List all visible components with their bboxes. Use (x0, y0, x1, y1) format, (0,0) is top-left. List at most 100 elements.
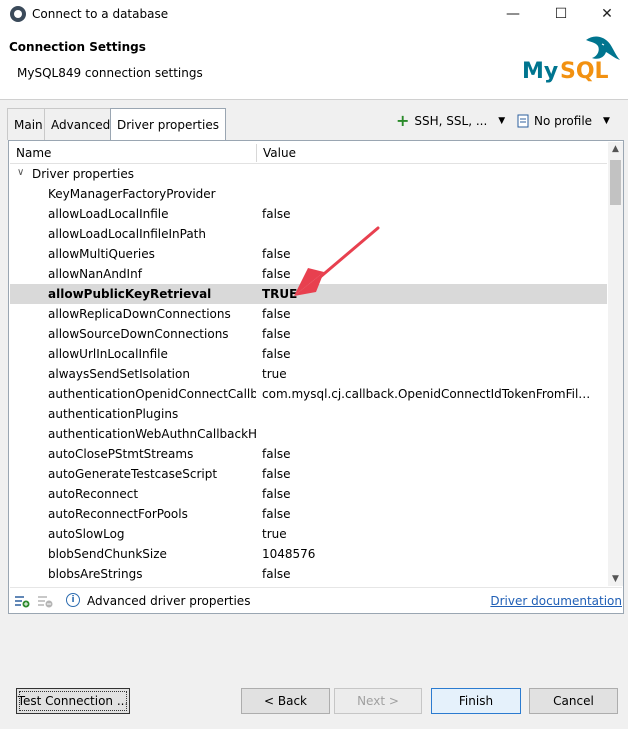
test-connection-label: Test Connection ... (17, 694, 129, 708)
properties-tree: ∨ Driver properties KeyManagerFactoryPro… (10, 164, 607, 584)
property-value[interactable]: com.mysql.cj.callback.OpenidConnectIdTok… (262, 387, 592, 401)
property-value[interactable]: false (262, 507, 592, 521)
vertical-scrollbar[interactable]: ▲ ▼ (608, 142, 623, 586)
scrollbar-thumb[interactable] (610, 160, 621, 205)
property-name: KeyManagerFactoryProvider (48, 187, 216, 201)
property-row[interactable]: blobsAreStrings false (10, 564, 607, 584)
window-title: Connect to a database (32, 7, 169, 21)
property-value[interactable]: false (262, 267, 592, 281)
property-row[interactable]: allowPublicKeyRetrieval TRUE (10, 284, 607, 304)
header-title: Connection Settings (9, 40, 146, 54)
column-header-value[interactable]: Value (263, 146, 296, 160)
property-name: allowUrlInLocalInfile (48, 347, 168, 361)
group-row-driver-properties[interactable]: ∨ Driver properties (10, 164, 607, 184)
finish-button[interactable]: Finish (431, 688, 521, 714)
ssh-ssl-label: SSH, SSL, ... (414, 114, 488, 128)
driver-documentation-link[interactable]: Driver documentation (490, 594, 622, 608)
cancel-label: Cancel (553, 694, 594, 708)
tab-advanced[interactable]: Advanced (44, 108, 118, 140)
property-value[interactable]: false (262, 327, 592, 341)
add-property-icon[interactable] (14, 594, 30, 608)
back-button[interactable]: < Back (241, 688, 330, 714)
scroll-up-arrow-icon[interactable]: ▲ (608, 142, 623, 156)
title-bar: Connect to a database — ☐ ✕ (0, 0, 628, 28)
header-subtitle: MySQL849 connection settings (17, 66, 203, 80)
property-name: allowReplicaDownConnections (48, 307, 231, 321)
property-name: authenticationOpenidConnectCallbac (48, 387, 256, 401)
finish-label: Finish (458, 694, 494, 708)
property-row[interactable]: authenticationPlugins (10, 404, 607, 424)
property-name: blobSendChunkSize (48, 547, 167, 561)
property-value[interactable]: false (262, 347, 592, 361)
group-label: Driver properties (32, 167, 134, 181)
ssh-ssl-button[interactable]: + SSH, SSL, ... ▼ (396, 111, 505, 131)
next-button[interactable]: Next > (334, 688, 422, 714)
column-divider[interactable] (256, 144, 257, 162)
chevron-down-icon: ▼ (603, 116, 610, 126)
property-value[interactable]: TRUE (262, 287, 592, 301)
cancel-button[interactable]: Cancel (529, 688, 618, 714)
property-row[interactable]: allowLoadLocalInfile false (10, 204, 607, 224)
property-name: autoReconnectForPools (48, 507, 188, 521)
scroll-down-arrow-icon[interactable]: ▼ (608, 572, 623, 586)
property-name: alwaysSendSetIsolation (48, 367, 190, 381)
property-value[interactable]: false (262, 307, 592, 321)
property-value[interactable]: true (262, 367, 592, 381)
close-icon[interactable]: ✕ (584, 0, 628, 28)
profile-label: No profile (534, 114, 593, 128)
back-label: < Back (263, 694, 307, 708)
info-icon: i (66, 593, 80, 607)
property-row[interactable]: autoReconnectForPools false (10, 504, 607, 524)
svg-text:SQL: SQL (560, 59, 609, 84)
property-name: autoReconnect (48, 487, 139, 501)
property-name: authenticationPlugins (48, 407, 179, 421)
property-row[interactable]: autoGenerateTestcaseScript false (10, 464, 607, 484)
property-row[interactable]: authenticationWebAuthnCallbackHar (10, 424, 607, 444)
expand-arrow-icon[interactable]: ∨ (17, 167, 24, 178)
minimize-icon[interactable]: — (490, 0, 536, 28)
property-row[interactable]: allowNanAndInf false (10, 264, 607, 284)
property-row[interactable]: allowSourceDownConnections false (10, 324, 607, 344)
property-row[interactable]: authenticationOpenidConnectCallbac com.my… (10, 384, 607, 404)
grid-header: Name Value (10, 142, 607, 164)
property-row[interactable]: allowMultiQueries false (10, 244, 607, 264)
property-name: blobsAreStrings (48, 567, 143, 581)
property-value[interactable]: false (262, 467, 592, 481)
property-value[interactable]: false (262, 207, 592, 221)
settings-header: Connection Settings MySQL849 connection … (0, 28, 628, 100)
property-value[interactable]: false (262, 567, 592, 581)
property-value[interactable]: false (262, 487, 592, 501)
property-row[interactable]: alwaysSendSetIsolation true (10, 364, 607, 384)
property-row[interactable]: autoSlowLog true (10, 524, 607, 544)
property-value[interactable]: true (262, 527, 592, 541)
property-name: allowMultiQueries (48, 247, 155, 261)
remove-property-icon[interactable] (37, 594, 53, 608)
property-name: autoSlowLog (48, 527, 125, 541)
property-name: allowPublicKeyRetrieval (48, 287, 212, 301)
document-icon (517, 114, 529, 128)
property-name: allowLoadLocalInfileInPath (48, 227, 206, 241)
maximize-icon[interactable]: ☐ (538, 0, 584, 28)
property-name: allowLoadLocalInfile (48, 207, 169, 221)
next-label: Next > (357, 694, 399, 708)
property-value[interactable]: 1048576 (262, 547, 592, 561)
property-name: allowNanAndInf (48, 267, 142, 281)
property-row[interactable]: autoClosePStmtStreams false (10, 444, 607, 464)
property-row[interactable]: autoReconnect false (10, 484, 607, 504)
svg-text:My: My (522, 59, 558, 84)
property-value[interactable]: false (262, 447, 592, 461)
property-row[interactable]: blobSendChunkSize 1048576 (10, 544, 607, 564)
test-connection-button[interactable]: Test Connection ... (16, 688, 130, 714)
property-row[interactable]: KeyManagerFactoryProvider (10, 184, 607, 204)
property-row[interactable]: allowLoadLocalInfileInPath (10, 224, 607, 244)
dbeaver-app-icon (10, 6, 26, 22)
tab-driver-properties[interactable]: Driver properties (110, 108, 226, 141)
property-name: autoGenerateTestcaseScript (48, 467, 218, 481)
driver-properties-panel: Name Value ∨ Driver properties KeyManage… (8, 140, 624, 614)
profile-selector[interactable]: No profile ▼ (517, 111, 610, 131)
column-header-name[interactable]: Name (16, 146, 51, 160)
property-value[interactable]: false (262, 247, 592, 261)
property-name: autoClosePStmtStreams (48, 447, 194, 461)
property-row[interactable]: allowUrlInLocalInfile false (10, 344, 607, 364)
property-row[interactable]: allowReplicaDownConnections false (10, 304, 607, 324)
